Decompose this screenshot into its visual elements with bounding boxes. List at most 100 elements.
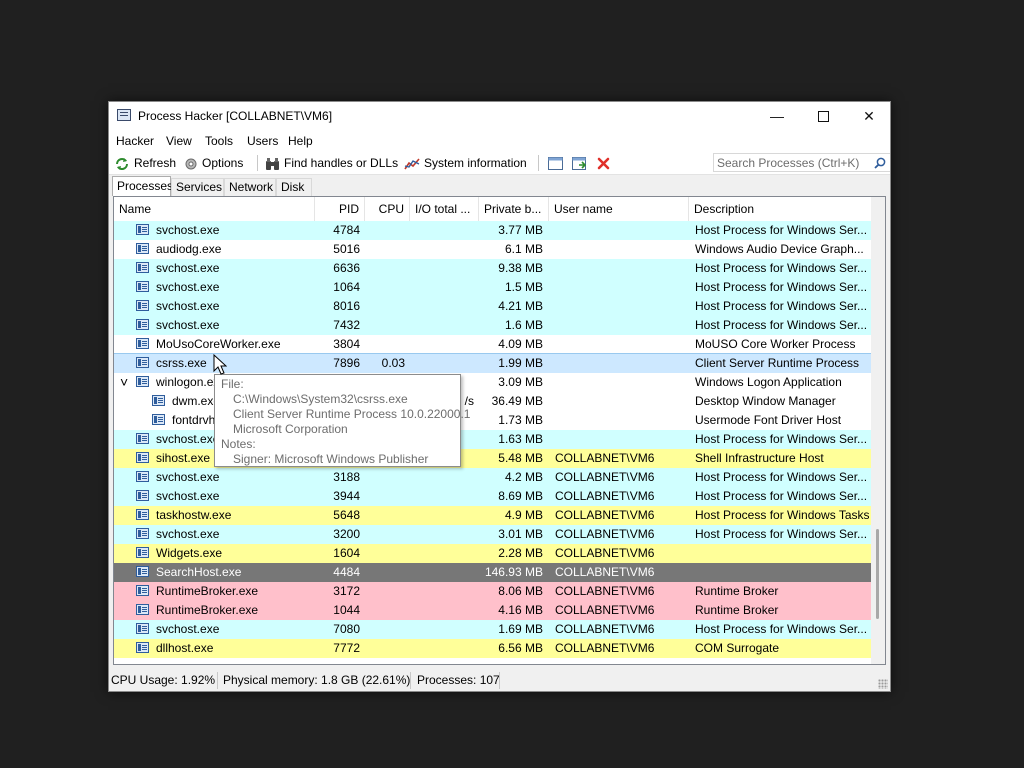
private-bytes-cell: 1.63 MB [498,432,543,446]
process-row[interactable]: dllhost.exe 7772 6.56 MB COLLABNET\VM6 COM S… [114,639,871,658]
description-cell: Host Process for Windows Ser... [695,470,868,484]
io-total-cell [410,487,474,506]
process-row[interactable]: svchost.exe 6636 9.38 MB Host Process for W… [114,259,871,278]
process-row[interactable]: audiodg.exe 5016 6.1 MB Windows Audio Devic… [114,240,871,259]
mouse-cursor-icon [213,354,227,375]
io-total-cell [410,525,474,544]
process-row[interactable]: svchost.exe 3188 4.2 MB COLLABNET\VM6 Host P… [114,468,871,487]
process-row[interactable]: svchost.exe 3944 8.69 MB COLLABNET\VM6 Host … [114,487,871,506]
process-row[interactable]: Widgets.exe 1604 2.28 MB COLLABNET\VM6 [114,544,871,563]
process-name-cell: svchost.exe [156,527,220,541]
process-row[interactable]: svchost.exe 7080 1.69 MB COLLABNET\VM6 Host … [114,620,871,639]
column-private-bytes[interactable]: Private b... [479,197,549,221]
description-cell: Runtime Broker [695,584,779,598]
search-icon[interactable] [874,157,886,169]
column-user-name[interactable]: User name [549,197,689,221]
private-bytes-cell: 4.21 MB [498,299,543,313]
column-name[interactable]: Name [114,197,315,221]
pid-cell: 6636 [333,261,360,275]
tab-disk[interactable]: Disk [276,178,312,196]
process-name-cell: svchost.exe [156,622,220,636]
private-bytes-cell: 6.56 MB [498,641,543,655]
vertical-scrollbar[interactable] [871,197,885,664]
terminate-button[interactable] [597,154,614,172]
process-icon [136,281,149,292]
window-view-button[interactable] [548,154,567,172]
private-bytes-cell: 1.6 MB [504,318,543,332]
cpu-cell [365,506,405,525]
resize-grip[interactable] [878,679,888,689]
process-row[interactable]: svchost.exe 1064 1.5 MB Host Process for Wi… [114,278,871,297]
options-button[interactable]: Options [184,154,243,172]
menu-help[interactable]: Help [288,134,313,148]
process-row[interactable]: taskhostw.exe 5648 4.9 MB COLLABNET\VM6 Host… [114,506,871,525]
process-icon [136,319,149,330]
collapse-chevron-icon[interactable]: ˅ [120,373,128,392]
description-cell: Host Process for Windows Ser... [695,527,868,541]
scrollbar-thumb[interactable] [876,529,879,619]
refresh-button[interactable]: Refresh [114,154,176,172]
user-name-cell: COLLABNET\VM6 [555,565,655,579]
title-bar[interactable]: Process Hacker [COLLABNET\VM6] — ✕ [109,102,890,131]
user-name-cell [555,316,689,335]
cpu-cell [365,278,405,297]
cpu-cell [365,601,405,620]
process-row[interactable]: MoUsoCoreWorker.exe 3804 4.09 MB MoUSO Core… [114,335,871,354]
description-cell: Host Process for Windows Ser... [695,622,868,636]
process-icon [136,357,149,368]
description-cell: Host Process for Windows Ser... [695,280,868,294]
process-icon [152,414,165,425]
menu-hacker[interactable]: Hacker [116,134,154,148]
menu-view[interactable]: View [166,134,192,148]
tab-network[interactable]: Network [224,178,276,196]
user-name-cell [555,373,689,392]
process-row[interactable]: svchost.exe 8016 4.21 MB Host Process for W… [114,297,871,316]
system-information-label: System information [424,156,527,170]
description-cell: Host Process for Windows Ser... [695,299,868,313]
process-row[interactable]: RuntimeBroker.exe 3172 8.06 MB COLLABNET\VM… [114,582,871,601]
process-row[interactable]: SearchHost.exe 4484 146.93 MB COLLABNET\VM6 [114,563,871,582]
description-cell: Shell Infrastructure Host [695,451,824,465]
gear-icon [185,158,197,170]
maximize-button[interactable] [800,102,846,131]
cpu-cell [365,259,405,278]
process-icon [136,585,149,596]
tab-services[interactable]: Services [171,178,224,196]
tab-processes[interactable]: Processes [112,176,173,196]
column-description[interactable]: Description [689,197,871,221]
system-information-button[interactable]: System information [404,154,527,172]
user-name-cell [555,335,689,354]
process-row[interactable]: svchost.exe 3200 3.01 MB COLLABNET\VM6 Host … [114,525,871,544]
io-total-cell [410,354,474,373]
column-pid[interactable]: PID [315,197,365,221]
column-header-row: Name PID CPU I/O total ... Private b... … [114,197,871,222]
process-row[interactable]: svchost.exe 7432 1.6 MB Host Process for Wi… [114,316,871,335]
search-processes-input[interactable]: Search Processes (Ctrl+K) [713,153,890,172]
close-button[interactable]: ✕ [846,102,890,131]
menu-tools[interactable]: Tools [205,134,233,148]
cpu-cell [365,221,405,240]
binoculars-icon [266,157,279,170]
column-io-total[interactable]: I/O total ... [410,197,479,221]
window-go-button[interactable] [572,154,592,172]
column-cpu[interactable]: CPU [365,197,410,221]
process-row[interactable]: csrss.exe 7896 0.03 1.99 MB Client Server Ru… [114,353,872,374]
io-total-cell [410,335,474,354]
pid-cell: 3804 [333,337,360,351]
find-handles-button[interactable]: Find handles or DLLs [265,154,398,172]
pid-cell: 3944 [333,489,360,503]
process-count-status: Processes: 107 [417,673,500,687]
pid-cell: 7896 [333,356,360,370]
cpu-cell [365,297,405,316]
io-total-cell [410,316,474,335]
status-separator [499,672,500,689]
process-name-cell: Widgets.exe [156,546,223,560]
user-name-cell: COLLABNET\VM6 [555,603,655,617]
process-row[interactable]: svchost.exe 4784 3.77 MB Host Process for W… [114,221,871,240]
user-name-cell [555,354,689,373]
cpu-cell [365,335,405,354]
red-x-icon [597,158,610,170]
menu-users[interactable]: Users [247,134,278,148]
minimize-button[interactable]: — [754,102,800,131]
process-row[interactable]: RuntimeBroker.exe 1044 4.16 MB COLLABNET\VM… [114,601,871,620]
